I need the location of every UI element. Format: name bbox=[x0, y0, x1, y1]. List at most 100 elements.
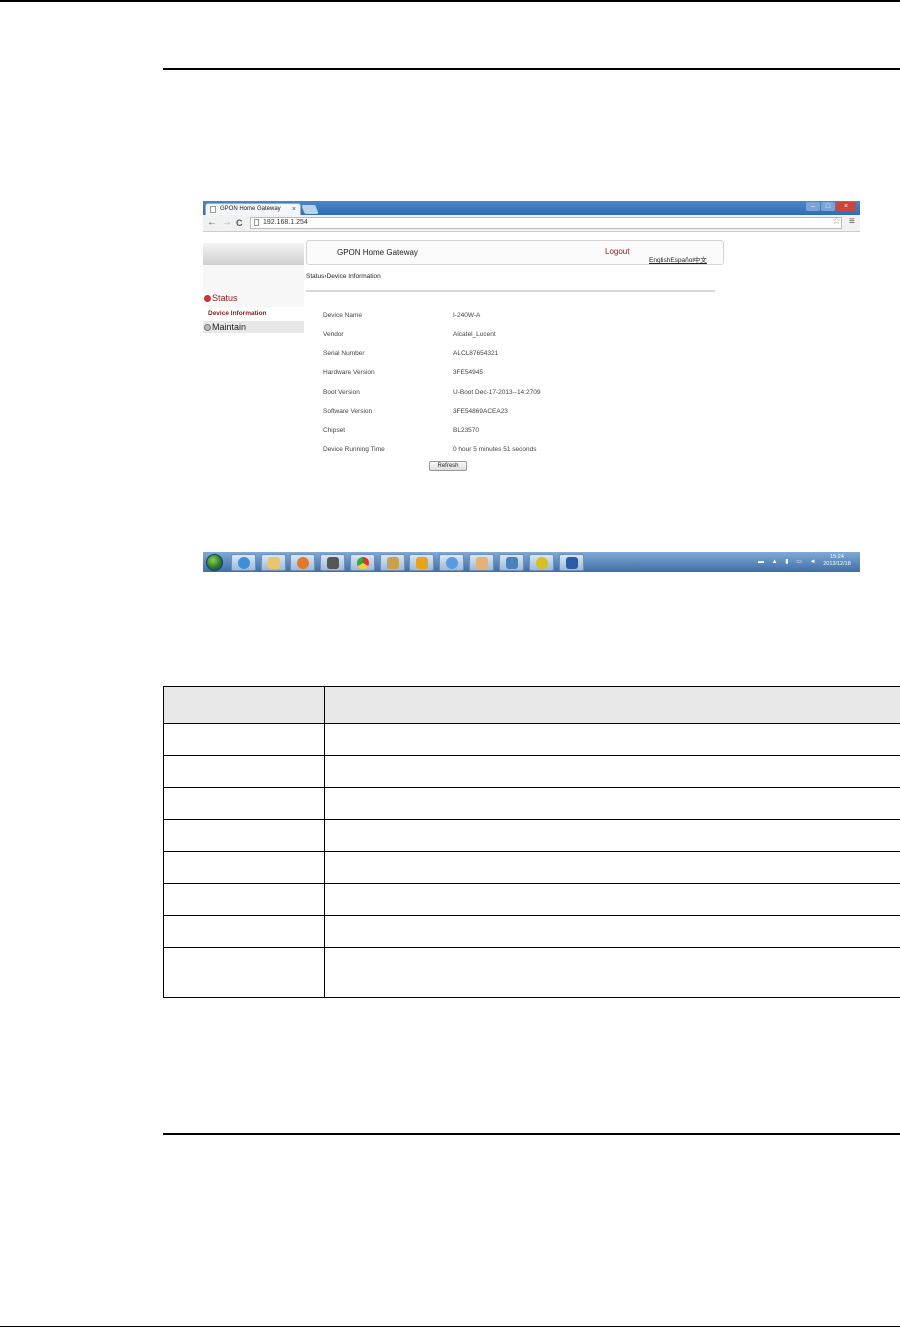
sidebar-item-maintain[interactable]: Maintain bbox=[203, 321, 304, 333]
ie-icon[interactable] bbox=[231, 554, 256, 571]
window-controls: – □ × bbox=[806, 202, 856, 211]
info-value: U-Boot Dec-17-2013--14:2709 bbox=[453, 389, 541, 396]
system-tray-icons[interactable]: ▬ ▲ ▮ ▭ ◄ bbox=[758, 558, 819, 565]
browser-tab[interactable]: GPON Home Gateway × bbox=[205, 203, 301, 215]
language-links[interactable]: EnglishEspañol中文 bbox=[649, 254, 707, 264]
table-cell bbox=[324, 883, 900, 916]
breadcrumb: Status›Device Information bbox=[306, 273, 381, 280]
contacts-icon[interactable] bbox=[469, 554, 494, 571]
word-icon[interactable] bbox=[559, 554, 584, 571]
info-row-running-time: Device Running Time 0 hour 5 minutes 51 … bbox=[323, 446, 723, 456]
table-row bbox=[163, 947, 900, 998]
info-row-software-version: Software Version 3FE54869ACEA23 bbox=[323, 408, 723, 418]
info-value: BL23570 bbox=[453, 427, 480, 434]
table-row bbox=[163, 787, 900, 820]
info-label: Boot Version bbox=[323, 389, 360, 396]
table-row bbox=[163, 723, 900, 756]
info-row-vendor: Vendor Alcatel_Lucent bbox=[323, 331, 723, 341]
media-icon[interactable] bbox=[320, 554, 345, 571]
info-row-device-name: Device Name I-240W-A bbox=[323, 312, 723, 322]
app-title: GPON Home Gateway bbox=[337, 248, 418, 257]
tab-title: GPON Home Gateway bbox=[220, 206, 281, 212]
network-icon[interactable] bbox=[499, 554, 524, 571]
page-icon bbox=[210, 206, 216, 213]
tab-close-icon[interactable]: × bbox=[292, 204, 296, 215]
reload-icon[interactable]: C bbox=[236, 217, 243, 229]
sidebar-item-status[interactable]: Status bbox=[203, 293, 304, 305]
info-label: Serial Number bbox=[323, 350, 365, 357]
table-row bbox=[163, 883, 900, 916]
header-rule bbox=[163, 68, 900, 70]
info-label: Vendor bbox=[323, 331, 344, 338]
forward-icon[interactable]: → bbox=[222, 217, 232, 229]
info-value: 0 hour 5 minutes 51 seconds bbox=[453, 446, 537, 453]
notes-icon[interactable] bbox=[380, 554, 405, 571]
close-window-icon[interactable]: × bbox=[836, 202, 856, 211]
firefox-icon[interactable] bbox=[290, 554, 315, 571]
table-cell bbox=[324, 819, 900, 852]
start-button-icon[interactable] bbox=[206, 554, 223, 571]
info-row-chipset: Chipset BL23570 bbox=[323, 427, 723, 437]
table-cell bbox=[324, 947, 900, 998]
app-header: GPON Home Gateway Logout EnglishEspañol中… bbox=[306, 240, 724, 265]
info-label: Software Version bbox=[323, 408, 373, 415]
info-row-serial-number: Serial Number ALCL87654321 bbox=[323, 350, 723, 360]
maintain-icon bbox=[204, 324, 211, 331]
info-value: ALCL87654321 bbox=[453, 350, 499, 357]
page-icon bbox=[254, 219, 259, 226]
logout-link[interactable]: Logout bbox=[605, 247, 629, 256]
address-bar[interactable]: 192.168.1.254 bbox=[250, 217, 842, 229]
new-tab-button[interactable] bbox=[301, 205, 319, 214]
table-cell bbox=[163, 883, 325, 916]
breadcrumb-divider bbox=[306, 290, 715, 292]
app-yellow-icon[interactable] bbox=[529, 554, 554, 571]
table-cell bbox=[163, 915, 325, 948]
info-value: 3FE54945 bbox=[453, 369, 483, 376]
parameter-table bbox=[163, 686, 900, 998]
table-cell bbox=[324, 787, 900, 820]
chrome-icon[interactable] bbox=[350, 554, 375, 571]
info-row-hardware-version: Hardware Version 3FE54945 bbox=[323, 369, 723, 379]
table-header-cell bbox=[163, 686, 325, 724]
info-value: Alcatel_Lucent bbox=[453, 331, 496, 338]
status-icon bbox=[204, 295, 211, 302]
windows-taskbar: ▬ ▲ ▮ ▭ ◄ 15:24 2013/12/18 bbox=[203, 552, 860, 572]
outlook-icon[interactable] bbox=[409, 554, 434, 571]
maximize-icon[interactable]: □ bbox=[821, 202, 835, 211]
table-row bbox=[163, 851, 900, 884]
minimize-icon[interactable]: – bbox=[806, 202, 820, 211]
info-label: Hardware Version bbox=[323, 369, 375, 376]
footer-rule bbox=[163, 1133, 900, 1135]
globe-icon[interactable] bbox=[439, 554, 464, 571]
sidebar-item-label: Maintain bbox=[212, 322, 247, 332]
table-header-cell bbox=[324, 686, 900, 724]
taskbar-clock[interactable]: 15:24 2013/12/18 bbox=[817, 554, 857, 568]
info-label: Device Name bbox=[323, 312, 363, 319]
info-value: 3FE54869ACEA23 bbox=[453, 408, 508, 415]
sidebar-item-device-information[interactable]: Device Information bbox=[203, 308, 304, 319]
table-cell bbox=[324, 851, 900, 884]
sidebar-item-label: Status bbox=[212, 293, 238, 303]
page-bottom-rule bbox=[0, 1326, 900, 1327]
table-cell bbox=[163, 819, 325, 852]
browser-menu-icon[interactable]: ≡ bbox=[849, 216, 855, 227]
table-cell bbox=[324, 723, 900, 756]
browser-screenshot: GPON Home Gateway × – □ × ← → C 192.168.… bbox=[203, 201, 860, 572]
table-header-row bbox=[163, 686, 900, 724]
info-value: I-240W-A bbox=[453, 312, 481, 319]
clock-time: 15:24 bbox=[830, 554, 844, 560]
table-cell bbox=[163, 723, 325, 756]
back-icon[interactable]: ← bbox=[207, 217, 217, 229]
folder-icon[interactable] bbox=[261, 554, 286, 571]
refresh-button[interactable]: Refresh bbox=[429, 461, 467, 471]
clock-date: 2013/12/18 bbox=[823, 561, 851, 567]
sidebar-header bbox=[203, 243, 304, 265]
table-row bbox=[163, 819, 900, 852]
table-row bbox=[163, 915, 900, 948]
table-cell bbox=[324, 755, 900, 788]
table-cell bbox=[163, 851, 325, 884]
info-label: Chipset bbox=[323, 427, 346, 434]
bookmark-star-icon[interactable]: ☆ bbox=[832, 216, 841, 227]
table-row bbox=[163, 755, 900, 788]
browser-toolbar: ← → C 192.168.1.254 ☆ ≡ bbox=[203, 215, 860, 232]
